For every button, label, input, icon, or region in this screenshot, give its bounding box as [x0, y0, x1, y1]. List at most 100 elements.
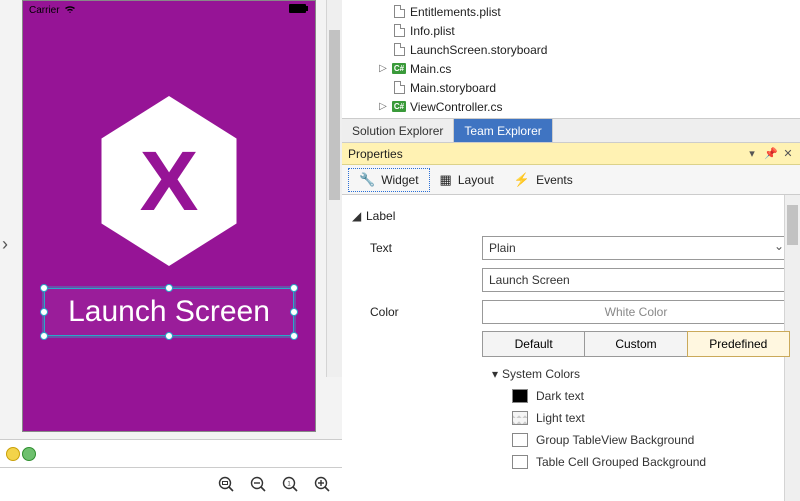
pin-icon[interactable]: 📌 — [764, 147, 776, 160]
csharp-file-icon: C# — [392, 100, 406, 114]
color-item-light-text[interactable]: Light text — [492, 407, 790, 429]
tab-team-explorer[interactable]: Team Explorer — [454, 119, 552, 142]
zoom-100-icon[interactable]: 1 — [280, 475, 300, 495]
tree-item-launchscreen[interactable]: LaunchScreen.storyboard — [348, 40, 794, 59]
prop-color-label: Color — [352, 305, 482, 319]
tab-widget[interactable]: 🔧 Widget — [348, 168, 430, 192]
phone-content: X Launch Screen — [23, 19, 315, 431]
expander-icon[interactable]: ▷ — [378, 63, 388, 74]
resize-handle-bc[interactable] — [165, 332, 173, 340]
color-value-field[interactable] — [482, 300, 790, 324]
design-canvas[interactable]: › Carrier X — [0, 0, 342, 439]
xamarin-logo[interactable]: X — [94, 96, 244, 266]
file-icon — [392, 81, 406, 95]
launch-label[interactable]: Launch Screen — [44, 288, 294, 336]
tree-item-main-cs[interactable]: ▷ C# Main.cs — [348, 59, 794, 78]
xamarin-logo-x: X — [140, 133, 199, 230]
properties-scroll-thumb[interactable] — [787, 205, 798, 245]
text-value-input[interactable] — [482, 268, 790, 292]
syscolors-row: ▾ System Colors Dark text Light text Gro… — [352, 363, 790, 473]
design-surface: › Carrier X — [0, 0, 342, 501]
explorer-tabs: Solution Explorer Team Explorer — [342, 118, 800, 142]
zoom-out-icon[interactable] — [248, 475, 268, 495]
prop-text-label: Text — [352, 241, 482, 255]
seg-custom[interactable]: Custom — [584, 331, 687, 357]
section-label: Label — [366, 209, 395, 223]
tab-events[interactable]: ⚡ Events — [504, 169, 583, 191]
zoom-fit-icon[interactable] — [216, 475, 236, 495]
launch-label-selection[interactable]: Launch Screen — [44, 288, 294, 336]
wifi-icon — [64, 4, 76, 17]
resize-handle-bl[interactable] — [40, 332, 48, 340]
status-bar: Carrier — [23, 1, 315, 19]
carrier-label: Carrier — [29, 5, 60, 16]
color-swatch — [512, 411, 528, 425]
file-icon — [392, 5, 406, 19]
warning-indicator-icon[interactable] — [6, 447, 20, 461]
close-icon[interactable]: ✕ — [782, 147, 794, 160]
color-mode-segment-row: Default Custom Predefined — [352, 331, 790, 357]
battery-icon — [289, 4, 309, 16]
properties-title: Properties — [348, 147, 403, 161]
syscolors-header-row[interactable]: ▾ System Colors — [492, 363, 790, 385]
solution-explorer-tree[interactable]: Entitlements.plist Info.plist LaunchScre… — [342, 0, 800, 118]
resize-handle-ml[interactable] — [40, 308, 48, 316]
file-icon — [392, 43, 406, 57]
tree-item-viewcontroller[interactable]: ▷ C# ViewController.cs — [348, 97, 794, 116]
prop-text-row: Text — [352, 235, 790, 261]
text-type-select[interactable] — [482, 236, 790, 260]
syscolors-header: System Colors — [502, 367, 580, 381]
csharp-file-icon: C# — [392, 62, 406, 76]
properties-body: ◢ Label Text Color — [342, 195, 800, 501]
properties-tabs: 🔧 Widget ▦ Layout ⚡ Events — [342, 165, 800, 195]
properties-titlebar: Properties ▾ 📌 ✕ — [342, 143, 800, 165]
tree-item-label: ViewController.cs — [410, 100, 502, 114]
tab-label: Events — [536, 173, 573, 187]
zoom-toolbar: 1 — [0, 467, 342, 501]
prop-color-row: Color — [352, 299, 790, 325]
tree-item-infoplist[interactable]: Info.plist — [348, 21, 794, 40]
svg-text:1: 1 — [287, 482, 291, 488]
color-swatch — [512, 455, 528, 469]
dropdown-icon[interactable]: ▾ — [746, 147, 758, 160]
design-scroll-thumb[interactable] — [329, 30, 340, 200]
tree-item-main-storyboard[interactable]: Main.storyboard — [348, 78, 794, 97]
color-item-cell-bg[interactable]: Table Cell Grouped Background — [492, 451, 790, 473]
resize-handle-br[interactable] — [290, 332, 298, 340]
section-header-row[interactable]: ◢ Label — [352, 203, 790, 229]
zoom-in-icon[interactable] — [312, 475, 332, 495]
section-collapse-icon[interactable]: ◢ — [352, 209, 362, 223]
right-pane: Entitlements.plist Info.plist LaunchScre… — [342, 0, 800, 501]
tree-item-label: Main.cs — [410, 62, 451, 76]
resize-handle-tr[interactable] — [290, 284, 298, 292]
tree-item-entitlements[interactable]: Entitlements.plist — [348, 2, 794, 21]
wrench-icon: 🔧 — [359, 172, 375, 188]
phone-preview[interactable]: Carrier X Launch Screen — [22, 0, 316, 432]
resize-handle-tc[interactable] — [165, 284, 173, 292]
properties-panel: Properties ▾ 📌 ✕ 🔧 Widget ▦ Layout ⚡ Eve… — [342, 142, 800, 501]
tab-label: Layout — [458, 173, 494, 187]
expander-icon[interactable]: ▷ — [378, 101, 388, 112]
tab-layout[interactable]: ▦ Layout — [430, 169, 504, 191]
color-item-label: Dark text — [536, 389, 584, 403]
prop-text-value-row — [352, 267, 790, 293]
resize-handle-tl[interactable] — [40, 284, 48, 292]
status-indicator-icon[interactable] — [22, 447, 36, 461]
tree-item-label: Main.storyboard — [410, 81, 496, 95]
tree-item-label: Info.plist — [410, 24, 455, 38]
color-item-label: Light text — [536, 411, 585, 425]
resize-handle-mr[interactable] — [290, 308, 298, 316]
expand-left-icon[interactable]: › — [2, 234, 8, 255]
seg-default[interactable]: Default — [482, 331, 585, 357]
color-item-dark-text[interactable]: Dark text — [492, 385, 790, 407]
tab-solution-explorer[interactable]: Solution Explorer — [342, 119, 454, 142]
color-mode-segment: Default Custom Predefined — [482, 331, 790, 357]
chevron-down-icon[interactable]: ▾ — [492, 367, 498, 381]
layout-icon: ▦ — [440, 172, 452, 188]
tree-item-label: LaunchScreen.storyboard — [410, 43, 547, 57]
color-item-group-bg[interactable]: Group TableView Background — [492, 429, 790, 451]
design-scrollbar[interactable] — [326, 0, 342, 377]
seg-predefined[interactable]: Predefined — [687, 331, 790, 357]
lightning-icon: ⚡ — [514, 172, 530, 188]
design-footer — [0, 439, 342, 467]
